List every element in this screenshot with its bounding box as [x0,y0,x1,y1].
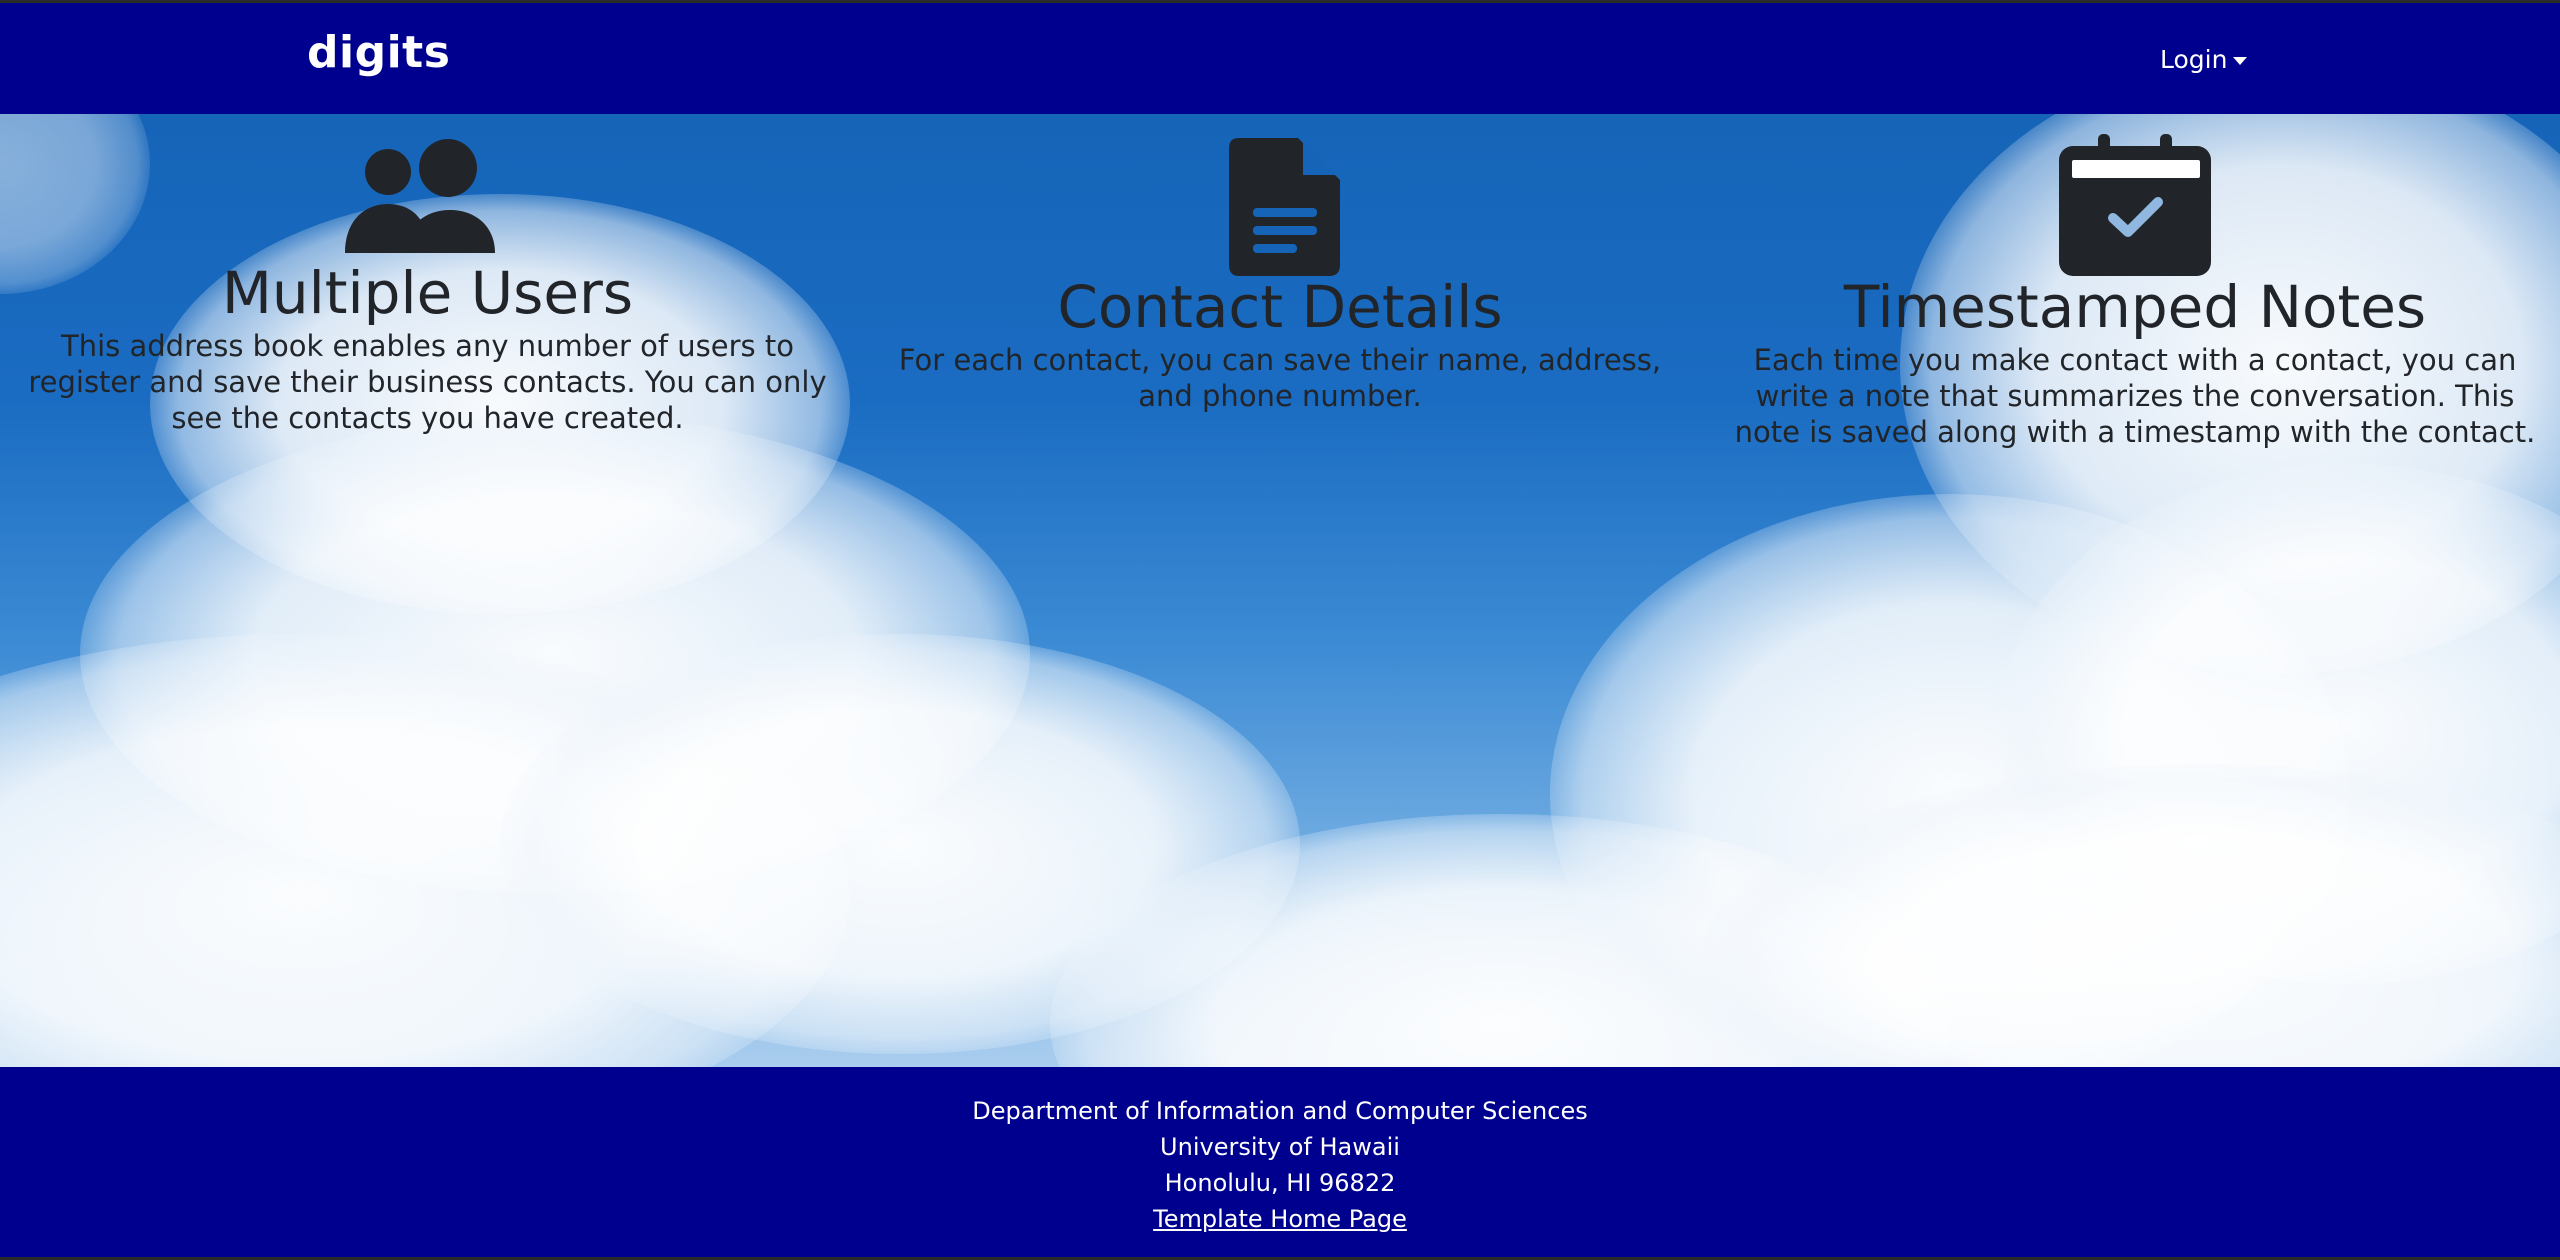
template-home-page-link[interactable]: Template Home Page [1153,1205,1407,1233]
caret-down-icon [2233,56,2248,65]
footer-department: Department of Information and Computer S… [972,1097,1588,1125]
page: digits Login Multiple Users This address… [0,3,2560,1257]
feature-title: Multiple Users [221,259,634,327]
feature-multiple-users: Multiple Users This address book enables… [20,138,835,436]
feature-timestamped-notes: Timestamped Notes Each time you make con… [1725,134,2545,450]
feature-description: Each time you make contact with a contac… [1734,343,2536,449]
feature-contact-details: Contact Details For each contact, you ca… [875,138,1685,414]
login-label: Login [2160,45,2228,74]
navbar: digits Login [0,3,2560,114]
login-dropdown-toggle[interactable]: Login [2160,45,2248,74]
footer: Department of Information and Computer S… [0,1067,2560,1257]
calendar-check-icon [2059,134,2211,276]
footer-university: University of Hawaii [1160,1133,1400,1161]
footer-address: Honolulu, HI 96822 [1164,1169,1396,1197]
feature-description: For each contact, you can save their nam… [898,343,1662,413]
feature-description: This address book enables any number of … [28,329,827,435]
landing-hero: Multiple Users This address book enables… [0,114,2560,1067]
file-text-icon [1229,138,1340,276]
brand-logo-link[interactable]: digits [307,27,450,78]
users-icon [344,139,495,253]
feature-title: Contact Details [1057,273,1503,341]
feature-title: Timestamped Notes [1843,273,2427,341]
